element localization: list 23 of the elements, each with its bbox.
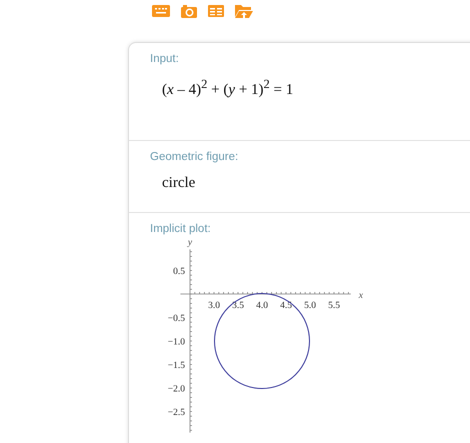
keyboard-icon[interactable] xyxy=(152,5,170,17)
pod-title: Geometric figure: xyxy=(150,151,240,163)
tick-label: −0.5 xyxy=(168,314,185,324)
pod-title: Implicit plot: xyxy=(150,223,212,235)
tick-label: 0.5 xyxy=(173,267,185,277)
camera-icon[interactable] xyxy=(181,4,197,18)
result-text: circle xyxy=(162,175,196,192)
tick-label: −1.5 xyxy=(168,361,185,371)
tick-label: 4.5 xyxy=(280,301,292,311)
table-icon[interactable] xyxy=(208,5,224,17)
folder-icon[interactable] xyxy=(235,4,253,18)
tick-label: 4.0 xyxy=(256,301,268,311)
pod-title: Input: xyxy=(150,53,180,65)
tick-label: 3.0 xyxy=(208,301,220,311)
axis-label: x xyxy=(358,291,364,301)
tick-label: 3.5 xyxy=(232,301,244,311)
tick-label: 5.0 xyxy=(304,301,316,311)
tick-label: −2.0 xyxy=(168,384,185,394)
tick-label: −1.0 xyxy=(168,338,185,348)
axis-label: y xyxy=(188,238,192,248)
tick-label: 5.5 xyxy=(328,301,340,311)
tick-label: −2.5 xyxy=(168,408,185,418)
formula: (x – 4)$^{2}$ + (y + 1)$^{2}$ = 1 xyxy=(162,77,294,99)
